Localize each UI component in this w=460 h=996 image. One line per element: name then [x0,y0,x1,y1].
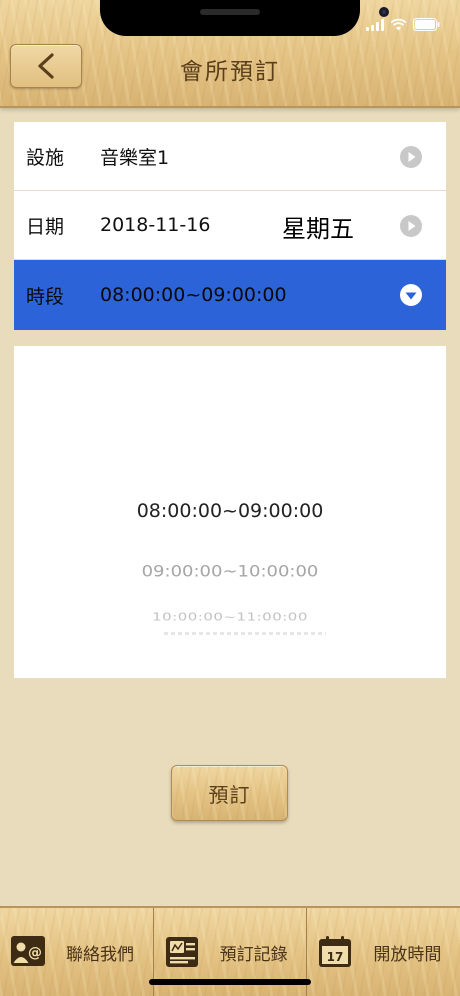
picker-option-selected[interactable]: 08:00:00~09:00:00 [14,500,446,522]
contact-card-icon: @ [11,936,45,966]
page-title: 會所預訂 [180,59,280,85]
wifi-icon [390,18,407,31]
tab-label: 開放時間 [373,944,442,965]
date-value: 2018-11-16 [100,214,211,236]
booking-form: 設施 音樂室1 日期 2018-11-16 星期五 時段 08:00:00~09… [14,122,446,330]
reserve-button[interactable]: 預訂 [171,765,288,821]
status-bar [366,18,440,31]
battery-icon [413,18,440,31]
picker-fade-line [164,632,326,635]
tab-opening-hours[interactable]: 17 開放時間 [307,908,460,996]
facility-row[interactable]: 設施 音樂室1 [14,122,446,191]
timeslot-value: 08:00:00~09:00:00 [100,284,287,306]
device-notch [100,0,389,36]
chevron-down-icon[interactable] [400,284,422,306]
camera-icon [379,7,389,17]
chevron-right-icon[interactable] [400,215,422,237]
picker-option[interactable]: 10:00:00~11:00:00 [14,611,446,624]
app-header: 會所預訂 [0,0,460,108]
cellular-signal-icon [366,18,384,31]
calendar-icon: 17 [319,936,352,967]
chevron-right-icon[interactable] [400,146,422,168]
svg-text:@: @ [28,945,42,961]
notch-speaker [200,9,260,15]
timeslot-label: 時段 [26,285,65,308]
weekday-value: 星期五 [282,215,354,243]
tab-label: 預訂記錄 [219,944,288,965]
picker-option[interactable]: 09:00:00~10:00:00 [14,562,446,581]
date-row[interactable]: 日期 2018-11-16 星期五 [14,191,446,260]
date-label: 日期 [26,215,65,238]
booking-record-icon [165,937,198,967]
home-indicator[interactable] [149,979,311,985]
calendar-day: 17 [327,950,344,964]
tab-contact-us[interactable]: @ 聯絡我們 [0,908,154,996]
timeslot-picker[interactable]: 08:00:00~09:00:00 09:00:00~10:00:00 10:0… [14,346,446,678]
facility-value: 音樂室1 [100,146,170,169]
timeslot-row[interactable]: 時段 08:00:00~09:00:00 [14,260,446,330]
tab-label: 聯絡我們 [66,944,134,965]
facility-label: 設施 [26,146,65,169]
